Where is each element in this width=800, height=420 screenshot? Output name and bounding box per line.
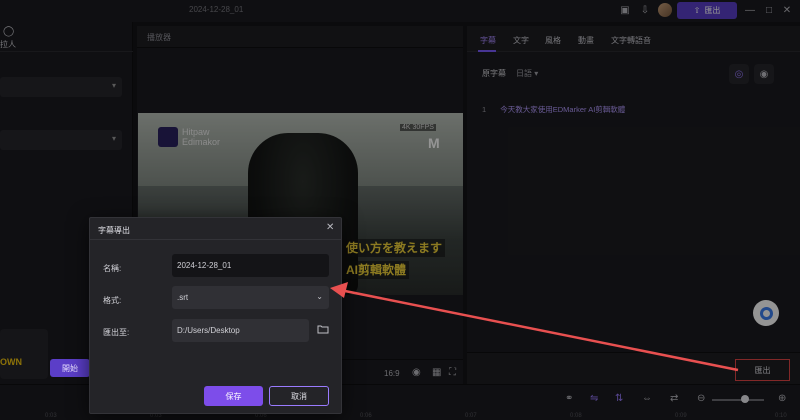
format-value: .srt bbox=[177, 293, 189, 302]
chevron-down-icon: ⌄ bbox=[316, 292, 323, 301]
save-button[interactable]: 保存 bbox=[204, 386, 263, 406]
dialog-header: 字幕導出 ✕ bbox=[90, 218, 341, 240]
export-path-field[interactable]: D:/Users/Desktop bbox=[172, 319, 309, 342]
export-to-label: 匯出至: bbox=[103, 328, 130, 337]
name-label: 名稱: bbox=[103, 264, 122, 273]
dialog-close-icon[interactable]: ✕ bbox=[326, 222, 334, 233]
start-button[interactable]: 開始 bbox=[50, 359, 90, 377]
folder-icon[interactable] bbox=[317, 324, 329, 334]
subtitle-export-dialog: 字幕導出 ✕ 名稱: 2024-12-28_01 格式: .srt ⌄ 匯出至:… bbox=[89, 217, 342, 414]
name-field[interactable]: 2024-12-28_01 bbox=[172, 254, 329, 277]
format-label: 格式: bbox=[103, 296, 122, 305]
cancel-button[interactable]: 取消 bbox=[269, 386, 329, 406]
dialog-title: 字幕導出 bbox=[98, 226, 130, 235]
app-window: 2024-12-28_01 ▣ ⇩ ⇧ 匯出 — □ ✕ ◯ 拉人 ▾ ▾ OW… bbox=[0, 0, 800, 420]
format-select[interactable]: .srt ⌄ bbox=[172, 286, 329, 309]
